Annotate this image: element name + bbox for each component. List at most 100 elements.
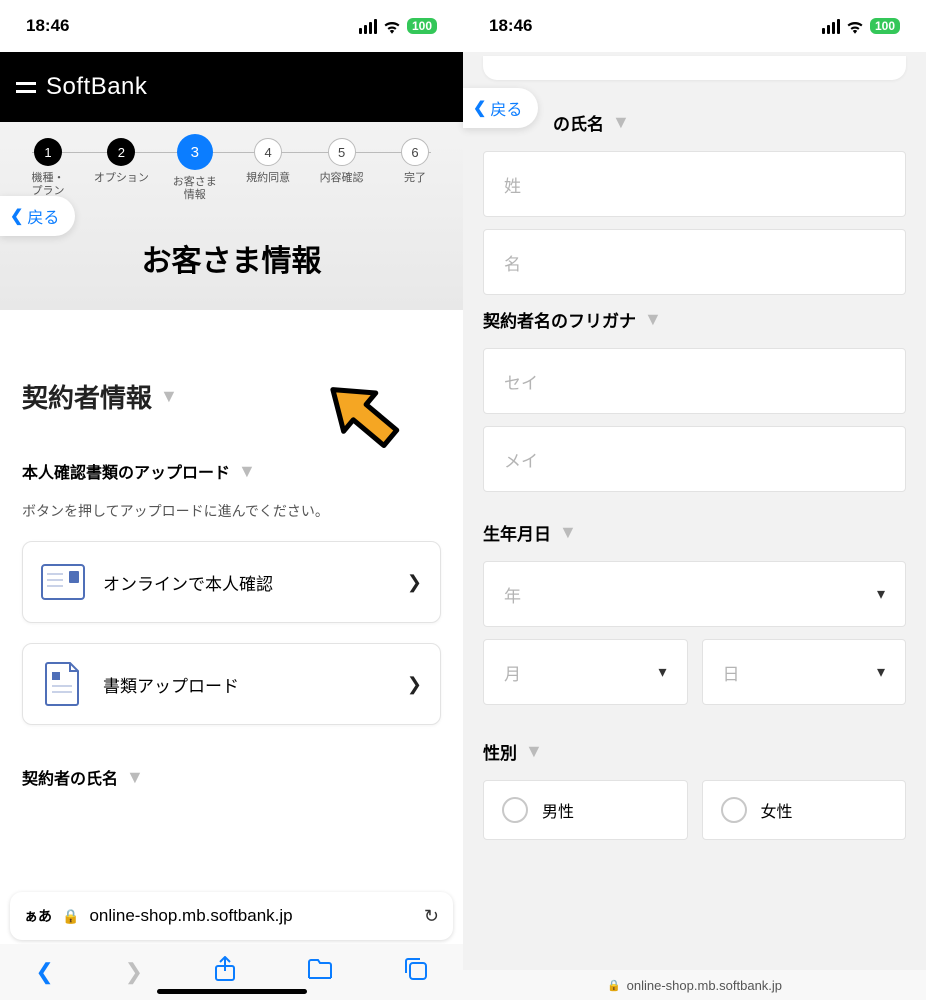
radio-label: 男性 <box>542 798 574 822</box>
home-indicator[interactable] <box>157 989 307 994</box>
text-size-button[interactable]: ぁあ <box>24 906 52 926</box>
placeholder-text: メイ <box>504 447 538 472</box>
back-nav-icon[interactable]: ❮ <box>35 959 53 985</box>
back-label: 戻る <box>490 96 522 120</box>
kana-lastname-input[interactable]: セイ <box>483 348 906 414</box>
menu-icon[interactable] <box>16 82 36 93</box>
placeholder-text: 日 <box>723 660 740 685</box>
option-label: 書類アップロード <box>103 672 389 697</box>
month-select[interactable]: 月 ▾ <box>483 639 688 705</box>
status-bar: 18:46 100 <box>0 0 463 52</box>
chevron-down-icon: ▼ <box>238 461 256 482</box>
id-card-icon <box>41 560 85 604</box>
page-title: お客さま情報 <box>12 236 451 280</box>
placeholder-text: 名 <box>504 250 521 275</box>
kana-title: 契約者名のフリガナ ▼ <box>483 307 906 332</box>
online-verify-button[interactable]: オンラインで本人確認 ❯ <box>22 541 441 623</box>
gender-female-radio[interactable]: 女性 <box>702 780 907 840</box>
step-2[interactable]: 2 <box>107 138 135 166</box>
hero-section: 1 機種・プラン 2 オプション 3 お客さま情報 4 規約同意 5 内容確認 6 完了 ❮… <box>0 122 463 310</box>
gender-title-text: 性別 <box>483 739 517 764</box>
lastname-input[interactable]: 姓 <box>483 151 906 217</box>
chevron-down-icon: ▼ <box>559 522 577 543</box>
safari-url-bar[interactable]: ぁあ 🔒 online-shop.mb.softbank.jp ↻ <box>10 892 453 940</box>
day-select[interactable]: 日 ▾ <box>702 639 907 705</box>
radio-icon <box>502 797 528 823</box>
chevron-right-icon: ❯ <box>407 674 422 695</box>
name-title-text: の氏名 <box>553 110 604 135</box>
step-label: 規約同意 <box>246 172 290 185</box>
section-title-text: 契約者情報 <box>22 378 152 415</box>
document-icon <box>41 662 85 706</box>
safari-mini-url[interactable]: 🔒 online-shop.mb.softbank.jp <box>463 970 926 1000</box>
step-label: オプション <box>94 172 149 185</box>
chevron-down-icon: ▼ <box>612 112 630 133</box>
step-3[interactable]: 3 <box>177 134 213 170</box>
option-label: オンラインで本人確認 <box>103 570 389 595</box>
placeholder-text: 年 <box>504 582 521 607</box>
brand-logo: SoftBank <box>46 73 147 101</box>
chevron-down-icon: ▾ <box>877 662 885 682</box>
radio-icon <box>721 797 747 823</box>
upload-description: ボタンを押してアップロードに進んでください。 <box>22 501 441 521</box>
status-time: 18:46 <box>26 16 69 36</box>
signal-icon <box>822 19 840 34</box>
chevron-down-icon: ▼ <box>126 767 144 788</box>
wifi-icon <box>846 19 864 33</box>
chevron-down-icon: ▾ <box>877 584 885 604</box>
annotation-arrow-icon <box>310 360 440 490</box>
share-icon[interactable] <box>214 956 236 988</box>
status-bar: 18:46 100 <box>463 0 926 52</box>
kana-firstname-input[interactable]: メイ <box>483 426 906 492</box>
dob-title-text: 生年月日 <box>483 520 551 545</box>
wifi-icon <box>383 19 401 33</box>
step-label: お客さま情報 <box>173 176 217 202</box>
card-edge <box>483 56 906 80</box>
reload-icon[interactable]: ↻ <box>424 906 439 927</box>
battery-icon: 100 <box>407 18 437 34</box>
document-upload-button[interactable]: 書類アップロード ❯ <box>22 643 441 725</box>
chevron-right-icon: ❯ <box>407 572 422 593</box>
name-title: の氏名 ▼ <box>553 110 906 135</box>
placeholder-text: 姓 <box>504 172 521 197</box>
upload-title-text: 本人確認書類のアップロード <box>22 459 230 483</box>
back-label: 戻る <box>27 204 59 228</box>
radio-label: 女性 <box>761 798 793 822</box>
lock-icon: 🔒 <box>607 979 621 992</box>
step-label: 機種・プラン <box>32 172 65 198</box>
dob-title: 生年月日 ▼ <box>483 520 906 545</box>
chevron-down-icon: ▼ <box>160 386 178 407</box>
step-4[interactable]: 4 <box>254 138 282 166</box>
step-6[interactable]: 6 <box>401 138 429 166</box>
step-1[interactable]: 1 <box>34 138 62 166</box>
firstname-input[interactable]: 名 <box>483 229 906 295</box>
forward-nav-icon: ❯ <box>125 959 143 985</box>
step-5[interactable]: 5 <box>328 138 356 166</box>
gender-male-radio[interactable]: 男性 <box>483 780 688 840</box>
url-text: online-shop.mb.softbank.jp <box>627 978 782 993</box>
step-label: 完了 <box>404 172 426 185</box>
name-title-partial: 契約者の氏名 ▼ <box>22 765 441 789</box>
kana-title-text: 契約者名のフリガナ <box>483 307 636 332</box>
signal-icon <box>359 19 377 34</box>
tabs-icon[interactable] <box>404 957 428 987</box>
app-header: SoftBank <box>0 52 463 122</box>
year-select[interactable]: 年 ▾ <box>483 561 906 627</box>
bookmarks-icon[interactable] <box>307 958 333 986</box>
placeholder-text: 月 <box>504 660 521 685</box>
chevron-left-icon: ❮ <box>473 98 486 118</box>
status-time: 18:46 <box>489 16 532 36</box>
placeholder-text: セイ <box>504 369 538 394</box>
battery-icon: 100 <box>870 18 900 34</box>
back-button[interactable]: ❮ 戻る <box>0 196 75 236</box>
gender-title: 性別 ▼ <box>483 739 906 764</box>
chevron-down-icon: ▼ <box>644 309 662 330</box>
back-button[interactable]: ❮ 戻る <box>463 88 538 128</box>
url-text: online-shop.mb.softbank.jp <box>89 906 413 926</box>
chevron-down-icon: ▼ <box>525 741 543 762</box>
chevron-left-icon: ❮ <box>10 206 23 226</box>
progress-stepper: 1機種・プラン 2オプション 3お客さま情報 4規約同意 5内容確認 6完了 <box>12 138 451 202</box>
step-label: 内容確認 <box>320 172 364 185</box>
chevron-down-icon: ▾ <box>658 662 666 682</box>
lock-icon: 🔒 <box>62 908 79 925</box>
